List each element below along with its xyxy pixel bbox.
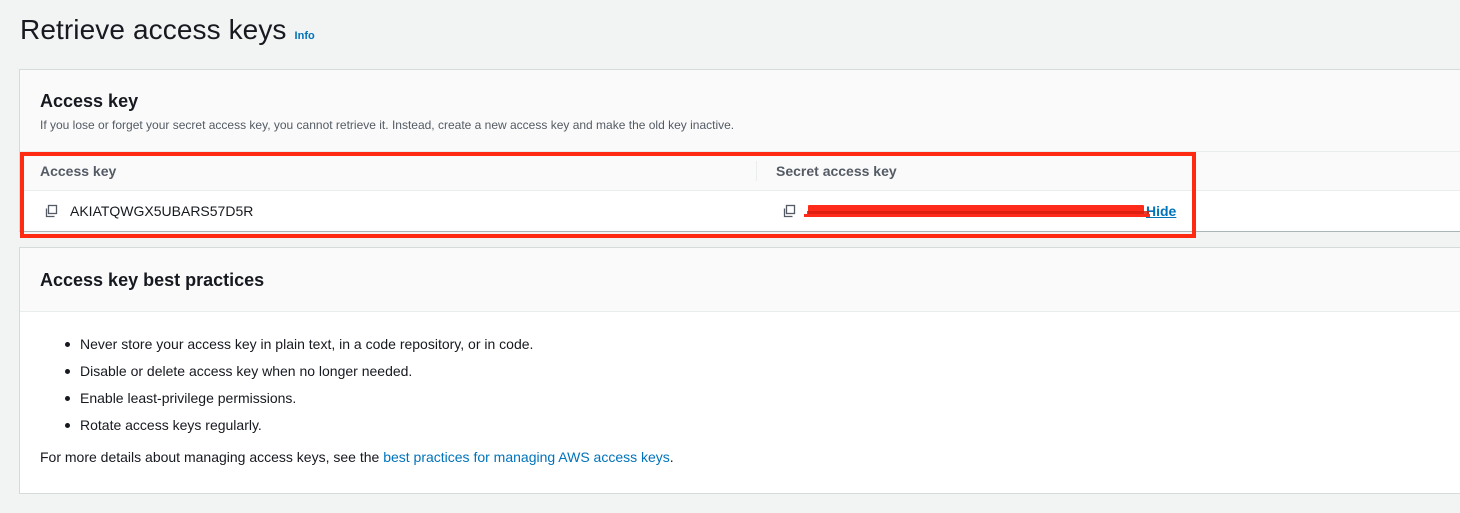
column-header-secret-access-key: Secret access key	[776, 163, 897, 179]
access-key-panel-title: Access key	[40, 91, 139, 111]
best-practices-panel-title: Access key best practices	[40, 270, 265, 290]
hide-secret-link[interactable]: Hide	[1146, 203, 1176, 219]
access-key-value: AKIATQWGX5UBARS57D5R	[70, 203, 254, 219]
access-key-panel-header: Access key If you lose or forget your se…	[20, 70, 1460, 152]
column-divider	[756, 161, 757, 181]
page-title: Retrieve access keys	[20, 14, 287, 45]
access-key-panel-description: If you lose or forget your secret access…	[40, 118, 735, 132]
access-key-cell: AKIATQWGX5UBARS57D5R	[44, 203, 253, 219]
redaction-underline	[804, 214, 1150, 217]
best-practices-list: Never store your access key in plain tex…	[60, 334, 533, 442]
list-item: Never store your access key in plain tex…	[60, 334, 533, 361]
table-header: Access key Secret access key	[20, 152, 1460, 191]
best-practices-panel-header: Access key best practices	[20, 248, 1460, 312]
more-details-prefix: For more details about managing access k…	[40, 449, 384, 465]
copy-icon[interactable]	[782, 204, 796, 218]
info-link[interactable]: Info	[295, 30, 315, 42]
table-row: AKIATQWGX5UBARS57D5R Hide	[20, 191, 1460, 232]
best-practices-link[interactable]: best practices for managing AWS access k…	[383, 449, 670, 465]
best-practices-panel: Access key best practices Never store yo…	[19, 247, 1460, 494]
page-header: Retrieve access keys Info	[20, 14, 315, 46]
column-header-access-key: Access key	[40, 163, 117, 179]
more-details-text: For more details about managing access k…	[40, 447, 674, 467]
secret-access-key-redacted	[804, 204, 1150, 218]
list-item: Rotate access keys regularly.	[60, 415, 533, 442]
access-key-panel: Access key If you lose or forget your se…	[19, 69, 1460, 232]
access-key-table: Access key Secret access key AKIATQWGX5U…	[20, 152, 1460, 232]
list-item: Disable or delete access key when no lon…	[60, 361, 533, 388]
secret-access-key-cell: Hide	[782, 203, 1176, 219]
list-item: Enable least-privilege permissions.	[60, 388, 533, 415]
more-details-suffix: .	[669, 449, 674, 465]
copy-icon[interactable]	[44, 204, 58, 218]
